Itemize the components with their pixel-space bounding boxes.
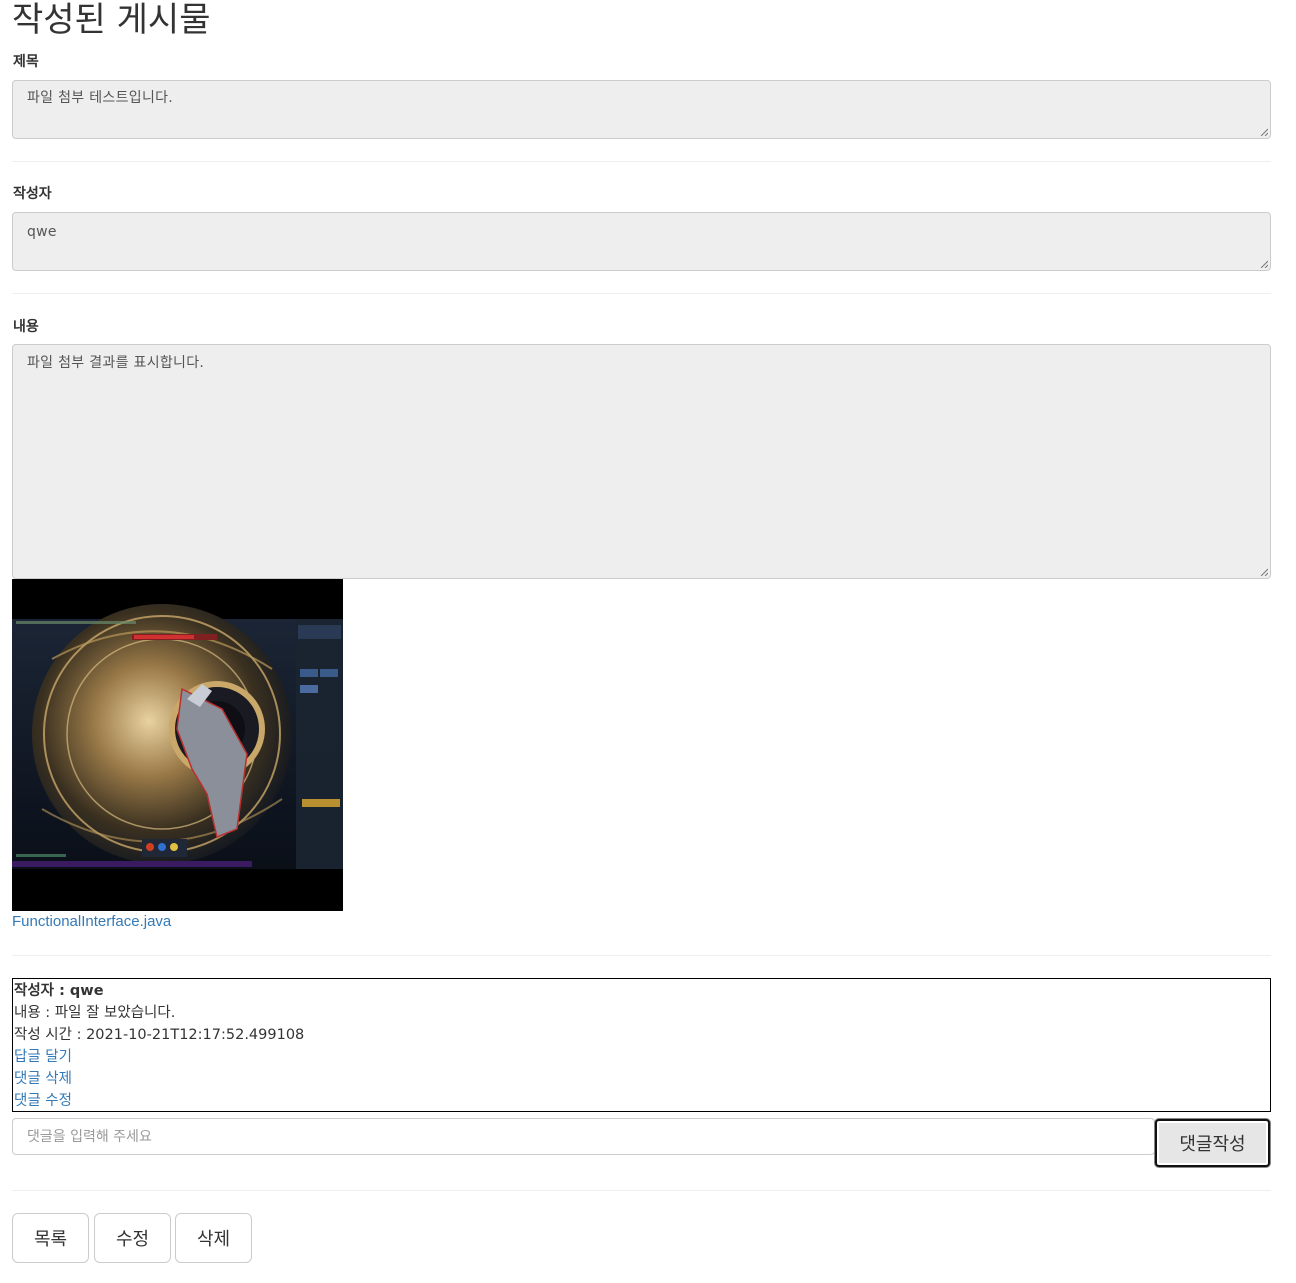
comment-time: 작성 시간 : 2021-10-21T12:17:52.499108 (14, 1027, 305, 1043)
resize-grip-icon[interactable] (1260, 568, 1268, 576)
content-value: 파일 첨부 결과를 표시합니다. (27, 355, 205, 371)
author-field[interactable]: qwe (12, 212, 1271, 271)
comment-reply-link[interactable]: 답글 달기 (14, 1046, 1269, 1068)
edit-post-button[interactable]: 수정 (94, 1213, 171, 1263)
divider (12, 293, 1271, 294)
attachment-file-link[interactable]: FunctionalInterface.java (12, 912, 171, 932)
author-value: qwe (27, 224, 57, 240)
divider (12, 161, 1271, 162)
list-button[interactable]: 목록 (12, 1213, 89, 1263)
comment-delete-link[interactable]: 댓글 삭제 (14, 1068, 1269, 1090)
page-title: 작성된 게시물 (12, 0, 211, 40)
comment-content: 내용 : 파일 잘 보았습니다. (14, 1005, 176, 1021)
comment-author: 작성자 : qwe (14, 983, 104, 999)
comment-edit-link[interactable]: 댓글 수정 (14, 1090, 1269, 1112)
delete-post-button[interactable]: 삭제 (175, 1213, 252, 1263)
content-field[interactable]: 파일 첨부 결과를 표시합니다. (12, 344, 1271, 579)
divider (12, 955, 1271, 956)
resize-grip-icon[interactable] (1260, 128, 1268, 136)
resize-grip-icon[interactable] (1260, 260, 1268, 268)
comment-item: 작성자 : qwe 내용 : 파일 잘 보았습니다. 작성 시간 : 2021-… (12, 978, 1271, 1112)
title-value: 파일 첨부 테스트입니다. (27, 90, 174, 106)
comment-submit-button[interactable]: 댓글작성 (1155, 1119, 1270, 1167)
content-label: 내용 (13, 319, 39, 335)
title-field[interactable]: 파일 첨부 테스트입니다. (12, 80, 1271, 139)
title-label: 제목 (13, 54, 39, 70)
divider (12, 1190, 1271, 1191)
attachment-image (12, 579, 343, 911)
author-label: 작성자 (13, 186, 52, 202)
comment-input[interactable] (12, 1118, 1155, 1155)
game-screenshot-image (12, 579, 343, 911)
